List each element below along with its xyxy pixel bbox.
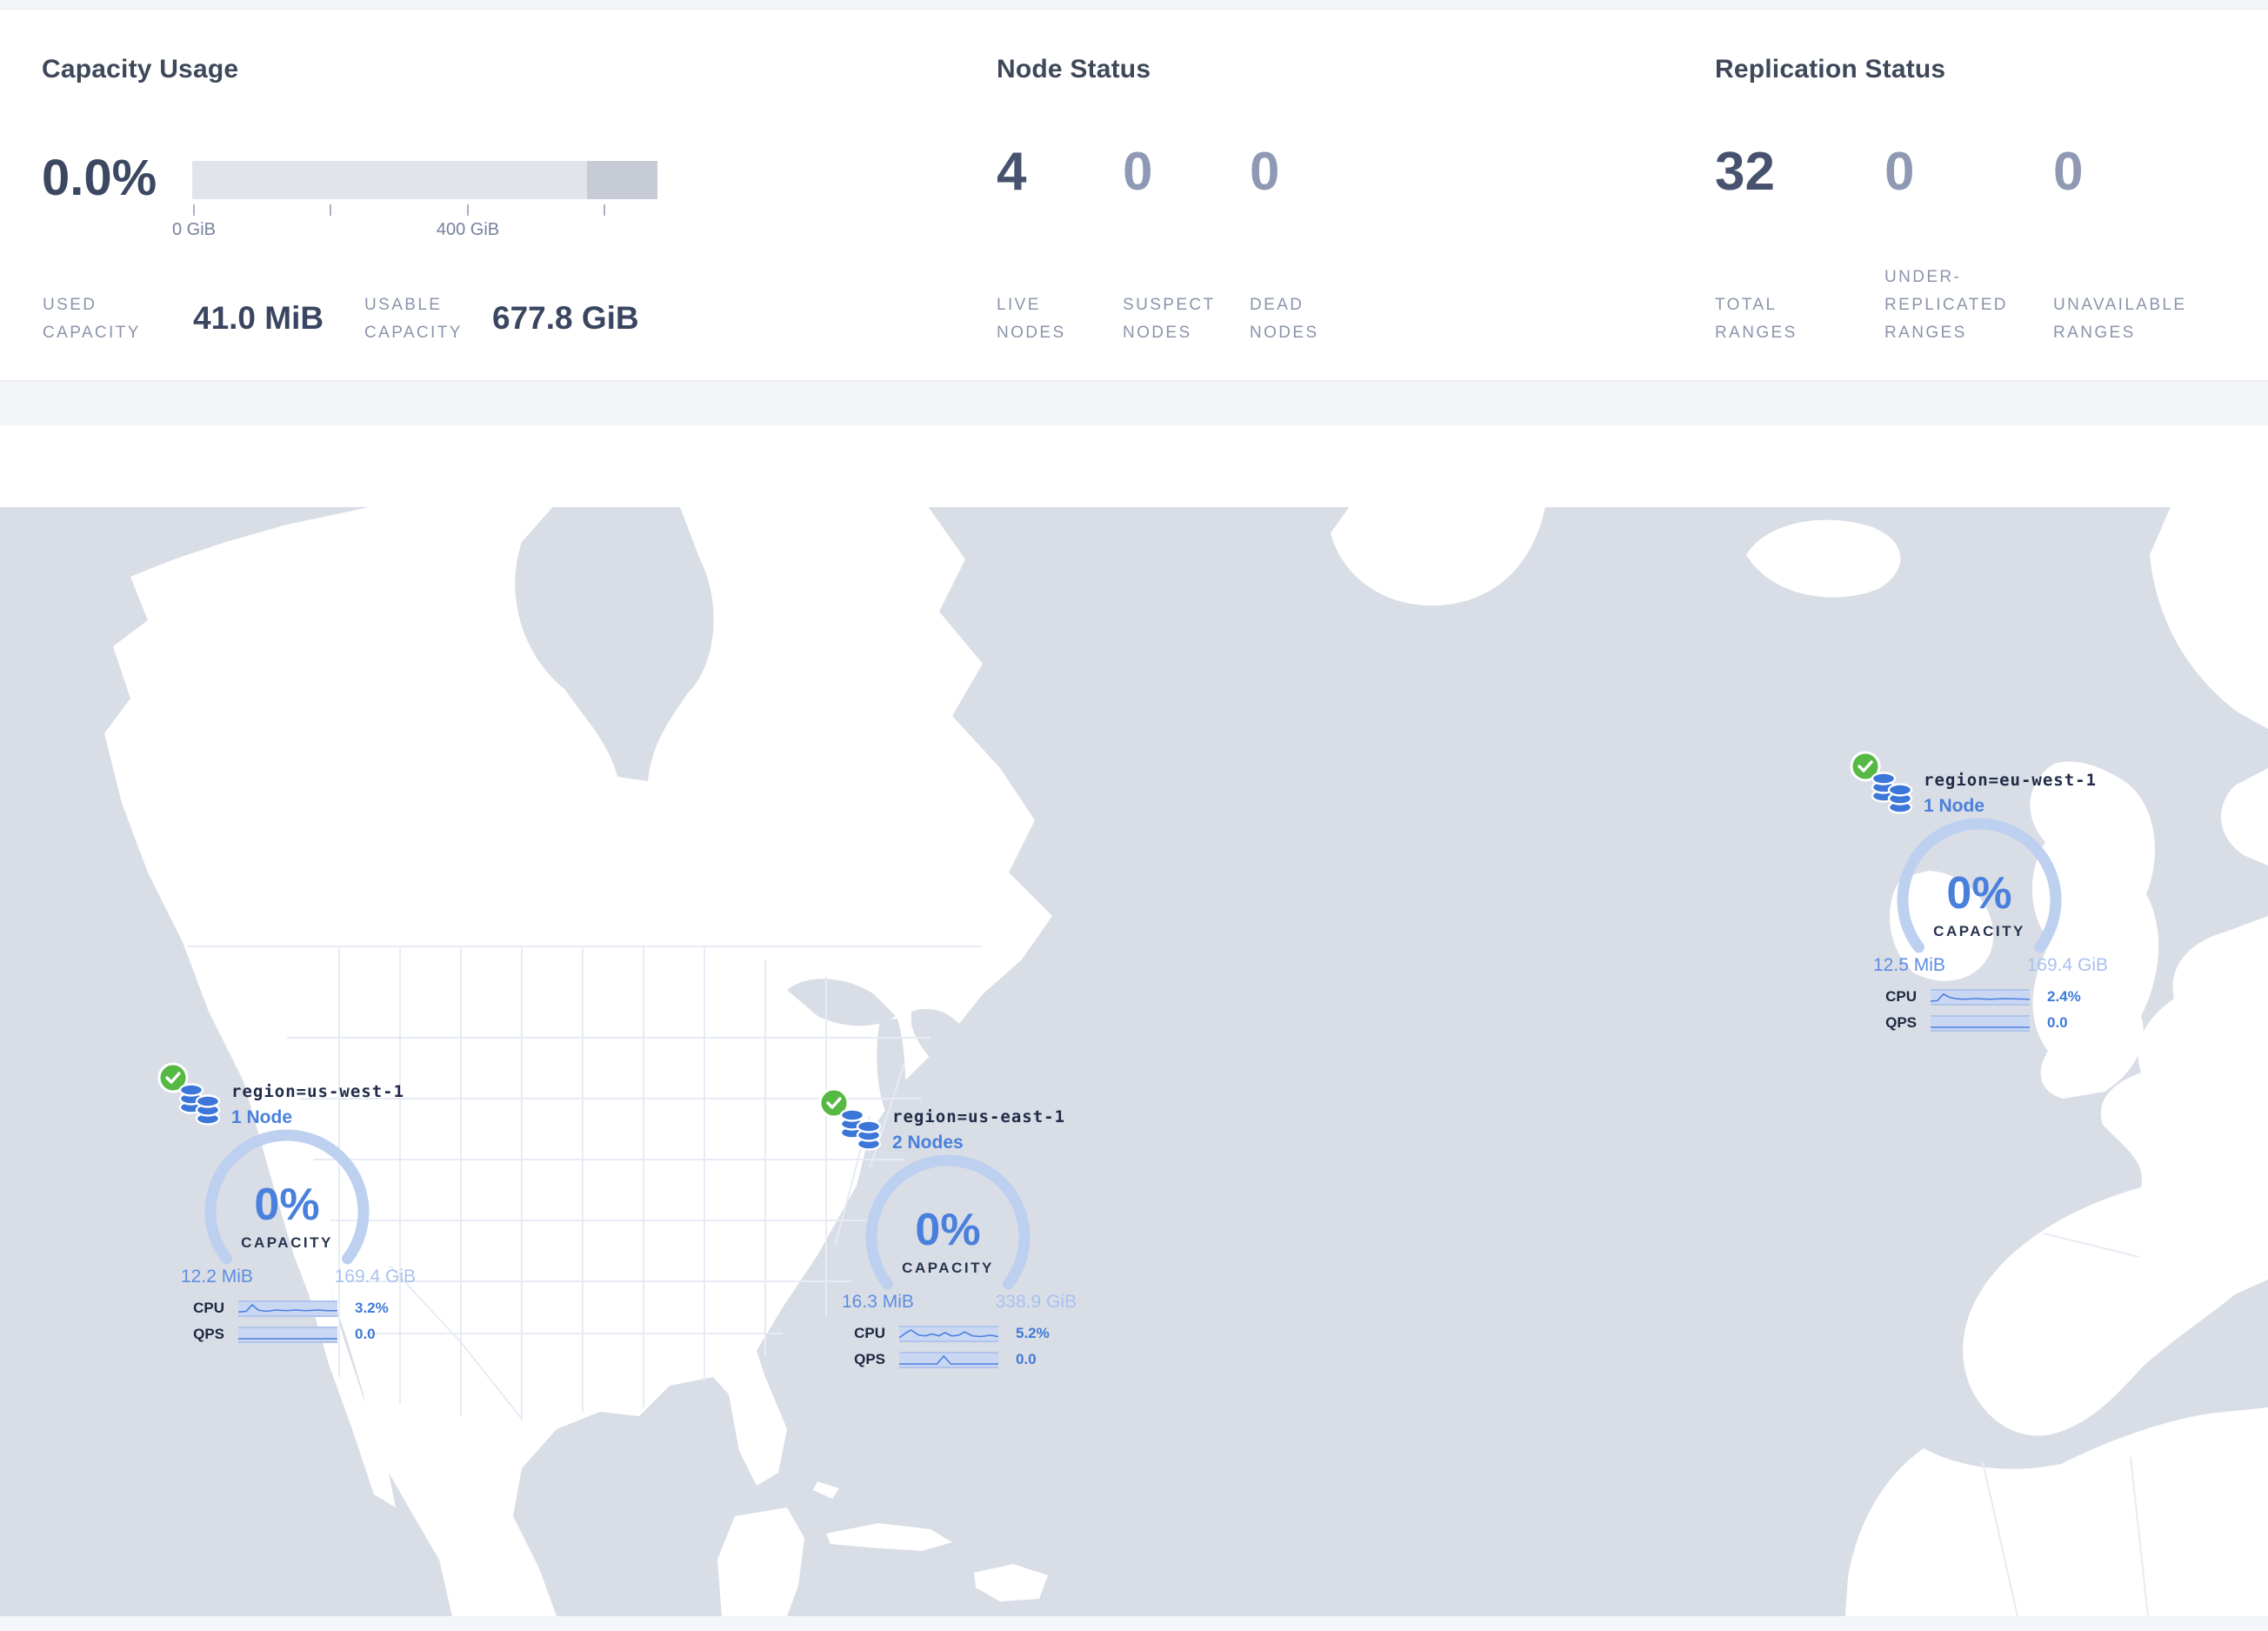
total-ranges-label: TOTAL bbox=[1715, 296, 1778, 314]
axis-tick-label: 0 GiB bbox=[171, 220, 217, 239]
qps-sparkline bbox=[1931, 1014, 2030, 1032]
unavailable-ranges-count: 0 bbox=[2053, 142, 2084, 202]
total-capacity-value: 169.4 GiB bbox=[2026, 955, 2108, 975]
cpu-value: 5.2% bbox=[1016, 1325, 1050, 1341]
used-capacity-label: USED bbox=[43, 296, 97, 314]
capacity-percent: 0% bbox=[1946, 868, 2012, 919]
region-label: region=eu-west-1 bbox=[1924, 771, 2098, 790]
node-count-link[interactable]: 2 Nodes bbox=[892, 1133, 964, 1153]
node-map: region=us-west-1 1 Node 0% CAPACITY 12.2… bbox=[0, 507, 2268, 1616]
used-capacity-value: 12.2 MiB bbox=[181, 1267, 253, 1287]
capacity-bar-reserved-segment bbox=[587, 161, 657, 199]
cpu-value: 2.4% bbox=[2047, 988, 2081, 1005]
unavailable-ranges-label: RANGES bbox=[2053, 324, 2136, 342]
cpu-metric-row: CPU 3.2% bbox=[157, 1299, 417, 1318]
qps-value: 0.0 bbox=[1016, 1351, 1037, 1367]
live-nodes-label: NODES bbox=[997, 324, 1066, 342]
axis-tick-label: 400 GiB bbox=[436, 220, 500, 239]
capacity-usage-title: Capacity Usage bbox=[42, 55, 239, 84]
live-nodes-label: LIVE bbox=[997, 296, 1041, 314]
cpu-value: 3.2% bbox=[355, 1300, 389, 1316]
usable-capacity-label: CAPACITY bbox=[364, 324, 463, 342]
total-capacity-value: 338.9 GiB bbox=[995, 1292, 1077, 1312]
qps-sparkline bbox=[238, 1326, 337, 1343]
cpu-label: CPU bbox=[854, 1325, 885, 1341]
qps-label: QPS bbox=[1885, 1014, 1917, 1031]
node-status-title: Node Status bbox=[997, 55, 1151, 84]
cpu-sparkline bbox=[1931, 988, 2030, 1006]
qps-label: QPS bbox=[854, 1351, 885, 1367]
cpu-metric-row: CPU 5.2% bbox=[817, 1324, 1078, 1343]
capacity-label: CAPACITY bbox=[902, 1260, 994, 1276]
qps-metric-row: QPS 0.0 bbox=[817, 1350, 1078, 1369]
database-nodes-icon bbox=[1870, 771, 1915, 820]
qps-label: QPS bbox=[193, 1326, 224, 1342]
usable-capacity-label: USABLE bbox=[364, 296, 443, 314]
qps-sparkline bbox=[899, 1351, 998, 1368]
used-capacity-label: CAPACITY bbox=[43, 324, 141, 342]
unavailable-ranges-label: UNAVAILABLE bbox=[2053, 296, 2187, 314]
capacity-values: 16.3 MiB 338.9 GiB bbox=[842, 1293, 1077, 1311]
capacity-percent: 0% bbox=[254, 1180, 320, 1230]
qps-metric-row: QPS 0.0 bbox=[1849, 1013, 2110, 1033]
capacity-label: CAPACITY bbox=[241, 1234, 333, 1251]
region-label: region=us-east-1 bbox=[892, 1107, 1066, 1126]
cpu-label: CPU bbox=[193, 1300, 224, 1316]
under-replicated-ranges-count: 0 bbox=[1884, 142, 1915, 202]
dead-nodes-label: DEAD bbox=[1250, 296, 1304, 314]
live-nodes-count: 4 bbox=[997, 142, 1027, 202]
total-ranges-count: 32 bbox=[1715, 142, 1775, 202]
capacity-values: 12.2 MiB 169.4 GiB bbox=[181, 1267, 416, 1286]
database-nodes-icon bbox=[838, 1107, 884, 1157]
suspect-nodes-count: 0 bbox=[1123, 142, 1153, 202]
dead-nodes-count: 0 bbox=[1250, 142, 1280, 202]
used-capacity-value: 16.3 MiB bbox=[842, 1292, 914, 1312]
region-marker[interactable]: region=us-west-1 1 Node 0% CAPACITY 12.2… bbox=[157, 1058, 417, 1354]
database-nodes-icon bbox=[177, 1082, 223, 1132]
qps-metric-row: QPS 0.0 bbox=[157, 1325, 417, 1344]
under-replicated-ranges-label: UNDER- bbox=[1884, 268, 1962, 286]
under-replicated-ranges-label: RANGES bbox=[1884, 324, 1967, 342]
map-toolbar: Node Map Cluster 10m Past 10 Minutes Now bbox=[0, 425, 2268, 922]
used-capacity-value: 41.0 MiB bbox=[193, 300, 324, 336]
region-label: region=us-west-1 bbox=[231, 1082, 405, 1101]
capacity-percent: 0% bbox=[915, 1205, 981, 1255]
total-ranges-label: RANGES bbox=[1715, 324, 1798, 342]
capacity-usage-bar bbox=[192, 161, 657, 199]
capacity-values: 12.5 MiB 169.4 GiB bbox=[1873, 956, 2108, 974]
axis-tick bbox=[330, 204, 331, 216]
total-capacity-value: 169.4 GiB bbox=[334, 1267, 416, 1287]
suspect-nodes-label: SUSPECT bbox=[1123, 296, 1216, 314]
cpu-sparkline bbox=[238, 1300, 337, 1317]
cpu-metric-row: CPU 2.4% bbox=[1849, 987, 2110, 1006]
replication-status-title: Replication Status bbox=[1715, 55, 1946, 84]
capacity-label: CAPACITY bbox=[1933, 923, 2025, 939]
usable-capacity-value: 677.8 GiB bbox=[492, 300, 639, 336]
cluster-summary-bar: Capacity Usage 0.0% 0 GiB 400 GiB USED C… bbox=[0, 9, 2268, 381]
cpu-label: CPU bbox=[1885, 988, 1917, 1005]
axis-tick bbox=[604, 204, 605, 216]
qps-value: 0.0 bbox=[355, 1326, 376, 1342]
node-count-link[interactable]: 1 Node bbox=[231, 1107, 292, 1128]
region-marker[interactable]: region=eu-west-1 1 Node 0% CAPACITY 12.5… bbox=[1849, 746, 2110, 1042]
axis-tick bbox=[193, 204, 195, 216]
suspect-nodes-label: NODES bbox=[1123, 324, 1192, 342]
region-marker[interactable]: region=us-east-1 2 Nodes 0% CAPACITY 16.… bbox=[817, 1083, 1078, 1379]
capacity-usage-percent: 0.0% bbox=[42, 150, 157, 206]
used-capacity-value: 12.5 MiB bbox=[1873, 955, 1945, 975]
cpu-sparkline bbox=[899, 1325, 998, 1342]
qps-value: 0.0 bbox=[2047, 1014, 2068, 1031]
dead-nodes-label: NODES bbox=[1250, 324, 1319, 342]
node-count-link[interactable]: 1 Node bbox=[1924, 796, 1984, 817]
under-replicated-ranges-label: REPLICATED bbox=[1884, 296, 2008, 314]
axis-tick bbox=[467, 204, 469, 216]
